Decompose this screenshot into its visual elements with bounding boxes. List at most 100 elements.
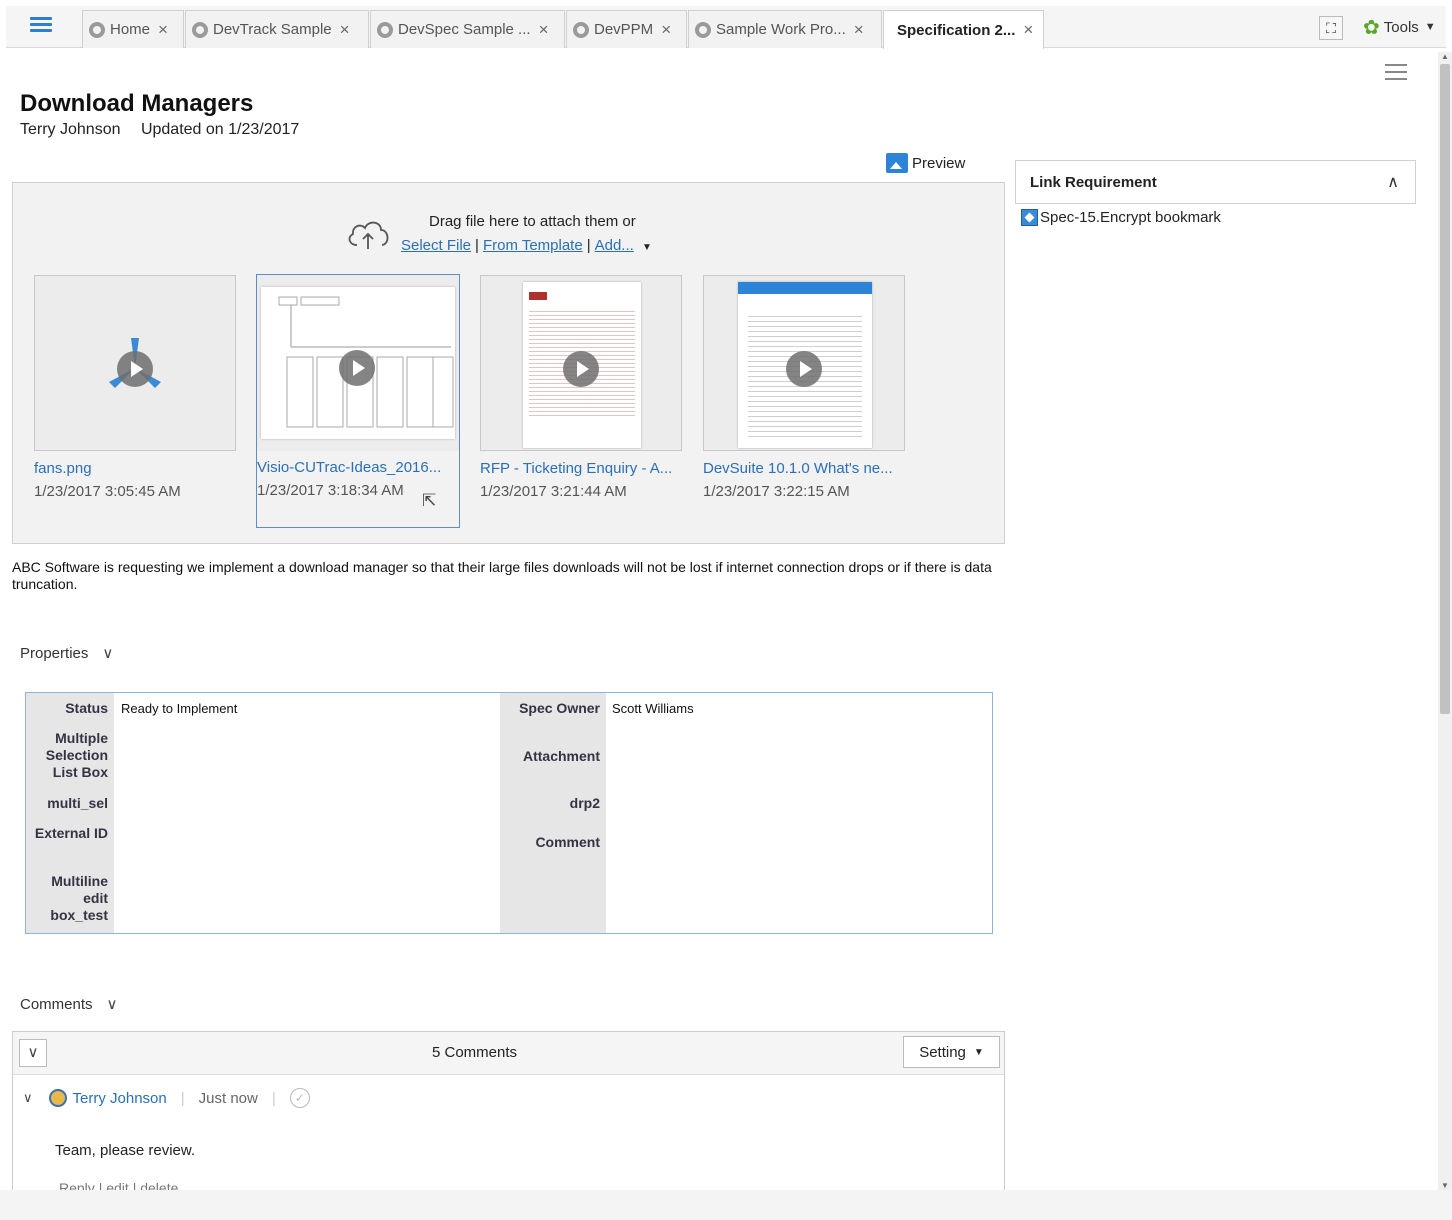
drop-instructions: Drag file here to attach them or — [429, 213, 636, 230]
close-icon[interactable]: × — [158, 20, 168, 40]
close-icon[interactable]: × — [661, 20, 671, 40]
devspec-icon — [377, 21, 393, 38]
attachment-date: 1/23/2017 3:22:15 AM — [703, 483, 850, 500]
attachment-thumbnail[interactable] — [480, 275, 682, 451]
attachment-card[interactable]: DevSuite 10.1.0 What's ne... 1/23/2017 3… — [703, 275, 907, 500]
properties-toggle[interactable]: Properties ∨ — [20, 644, 113, 663]
comment-time: Just now — [198, 1089, 258, 1107]
external-id-label: External ID — [34, 825, 108, 841]
chevron-down-icon[interactable]: ▼ — [642, 242, 652, 253]
comment-count: 5 Comments — [431, 1044, 518, 1061]
chevron-down-icon: ▼ — [973, 1046, 984, 1058]
play-icon[interactable] — [339, 350, 375, 386]
from-template-link[interactable]: From Template — [483, 237, 583, 254]
avatar — [48, 1089, 67, 1107]
attachment-thumbnail[interactable] — [257, 275, 459, 451]
tab-label: DevSpec Sample ... — [398, 21, 531, 38]
home-icon — [89, 21, 105, 38]
attachment-name[interactable]: fans.png — [34, 460, 238, 477]
tab-label: DevTrack Sample — [213, 21, 332, 38]
setting-dropdown[interactable]: Setting ▼ — [903, 1036, 1000, 1068]
attachments-panel: Drag file here to attach them or Select … — [12, 182, 1005, 544]
page-menu-icon[interactable] — [1385, 64, 1407, 85]
tab-devppm[interactable]: DevPPM × — [566, 10, 687, 48]
link-requirement-title: Link Requirement — [1030, 174, 1157, 191]
tab-devtrack[interactable]: DevTrack Sample × — [185, 10, 369, 48]
page-title: Download Managers — [20, 90, 254, 117]
scroll-up-icon[interactable]: ▲ — [1441, 52, 1449, 61]
multi-sel-label: multi_sel — [47, 795, 108, 811]
play-icon[interactable] — [786, 351, 822, 387]
select-file-link[interactable]: Select File — [401, 237, 471, 254]
chevron-down-icon[interactable]: ∨ — [23, 1090, 33, 1106]
close-icon[interactable]: × — [854, 20, 864, 40]
multiline-edit-label: Multiline edit box_test — [50, 873, 108, 923]
comments-toggle[interactable]: Comments ∨ — [20, 995, 118, 1014]
attach-options: Select File | From Template | Add... ▼ — [401, 237, 652, 254]
comment-text: Team, please review. — [55, 1142, 196, 1159]
attachment-label: Attachment — [522, 748, 600, 764]
drop-zone[interactable]: Drag file here to attach them or Select … — [345, 211, 685, 261]
separator: | — [586, 237, 591, 254]
author-name: Terry Johnson — [20, 121, 121, 138]
cloud-upload-icon — [348, 221, 389, 249]
chevron-up-icon[interactable]: ∧ — [1387, 172, 1399, 192]
spec-owner-label: Spec Owner — [519, 700, 600, 716]
devtrack-icon — [192, 21, 208, 38]
fullscreen-icon[interactable]: ⛶ — [1319, 16, 1343, 40]
spec-icon — [1021, 209, 1038, 226]
status-label: Status — [65, 700, 108, 716]
attachment-card[interactable]: fans.png 1/23/2017 3:05:45 AM — [34, 275, 238, 500]
attachment-card-selected[interactable]: Visio-CUTrac-Ideas_2016... 1/23/2017 3:1… — [256, 274, 460, 528]
vertical-scrollbar[interactable]: ▲ ▼ — [1438, 52, 1452, 1192]
attachment-name[interactable]: Visio-CUTrac-Ideas_2016... — [257, 459, 459, 476]
properties-table: Status Ready to Implement Multiple Selec… — [25, 692, 993, 934]
chevron-down-icon: ∨ — [106, 996, 118, 1013]
preview-label: Preview — [912, 154, 966, 172]
attachment-card[interactable]: RFP - Ticketing Enquiry - A... 1/23/2017… — [480, 275, 684, 500]
play-icon[interactable] — [563, 351, 599, 387]
close-icon[interactable]: × — [1023, 20, 1033, 40]
check-icon[interactable]: ✓ — [289, 1088, 310, 1108]
label-column — [500, 693, 606, 933]
chevron-down-icon: ▼ — [1424, 21, 1436, 33]
separator: | — [271, 1089, 276, 1107]
share-icon[interactable]: ⇱ — [422, 491, 436, 511]
status-value: Ready to Implement — [121, 701, 238, 716]
tab-devspec[interactable]: DevSpec Sample ... × — [370, 10, 565, 48]
tab-label: Sample Work Pro... — [716, 21, 846, 38]
comment-author[interactable]: Terry Johnson — [73, 1090, 167, 1107]
comments-heading: Comments — [20, 995, 93, 1013]
separator: | — [475, 237, 479, 254]
comments-toolbar: ∨ 5 Comments Setting ▼ — [13, 1032, 1004, 1075]
document-logo — [529, 292, 547, 300]
tab-home[interactable]: Home × — [82, 10, 184, 48]
tools-menu[interactable]: ✿ Tools ▼ — [1363, 16, 1436, 39]
attachment-thumbnail[interactable] — [34, 275, 236, 451]
preview-button[interactable]: Preview — [886, 153, 965, 173]
play-icon[interactable] — [117, 351, 153, 387]
updated-date: Updated on 1/23/2017 — [140, 121, 300, 138]
scroll-thumb[interactable] — [1440, 64, 1450, 714]
close-icon[interactable]: × — [340, 20, 350, 40]
properties-heading: Properties — [20, 644, 89, 662]
main-menu-icon[interactable] — [30, 17, 52, 33]
attachment-name[interactable]: RFP - Ticketing Enquiry - A... — [480, 460, 684, 477]
comment-header: ∨ Terry Johnson | Just now | ✓ — [23, 1088, 310, 1108]
attachment-name[interactable]: DevSuite 10.1.0 What's ne... — [703, 460, 907, 477]
description-text: ABC Software is requesting we implement … — [12, 559, 992, 592]
attachment-thumbnail[interactable] — [703, 275, 905, 451]
tab-specification[interactable]: Specification 2... × — [883, 10, 1044, 49]
tools-label: Tools — [1383, 18, 1419, 36]
byline: Terry Johnson Updated on 1/23/2017 — [20, 121, 315, 139]
linked-spec-label[interactable]: Spec-15.Encrypt bookmark — [1040, 209, 1221, 226]
tab-sample-work[interactable]: Sample Work Pro... × — [688, 10, 882, 48]
tab-label: DevPPM — [594, 21, 654, 38]
linked-spec-item[interactable]: Spec-15.Encrypt bookmark — [1021, 209, 1221, 226]
tab-label: Home — [110, 21, 151, 38]
scroll-down-icon[interactable]: ▼ — [1441, 1181, 1449, 1190]
comments-panel: ∨ 5 Comments Setting ▼ ∨ Terry Johnson |… — [12, 1031, 1005, 1211]
add-link[interactable]: Add... — [595, 237, 634, 254]
document-header — [738, 282, 872, 294]
close-icon[interactable]: × — [539, 20, 549, 40]
